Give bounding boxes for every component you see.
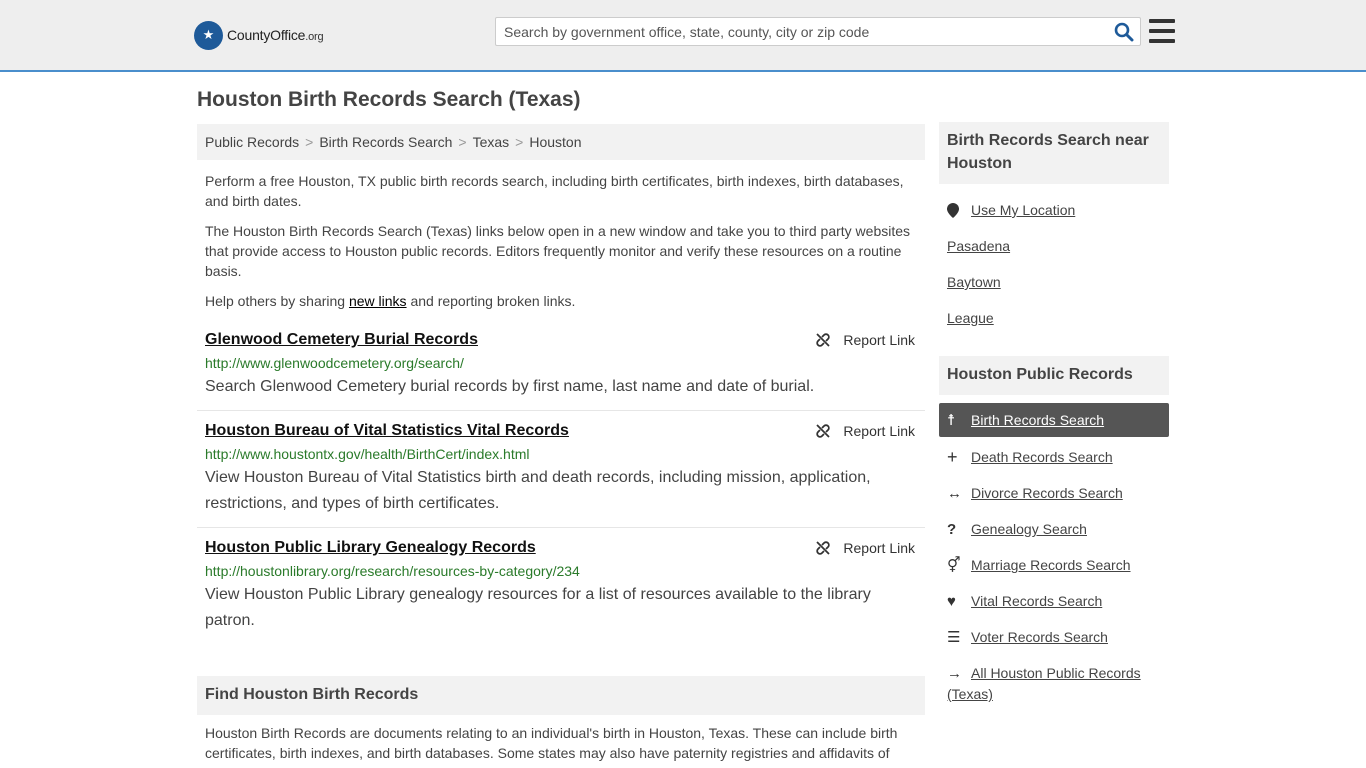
record-url: http://houstonlibrary.org/research/resou… (205, 563, 580, 579)
new-links-link[interactable]: new links (349, 293, 407, 309)
sidebar-item-label: Baytown (947, 274, 1001, 290)
record-description: Search Glenwood Cemetery burial records … (205, 378, 815, 395)
arrow-right-icon: → (947, 665, 962, 682)
sidebar-item-label: Death Records Search (971, 449, 1113, 465)
arrows-horizontal-icon: ↔ (947, 484, 962, 502)
intro-paragraph-1: Perform a free Houston, TX public birth … (205, 173, 904, 209)
record-item: Houston Public Library Genealogy Records… (197, 538, 925, 634)
record-divider (197, 527, 925, 528)
find-section-text: Houston Birth Records are documents rela… (205, 725, 898, 761)
record-url: http://www.houstontx.gov/health/BirthCer… (205, 446, 530, 462)
broken-link-icon (816, 541, 831, 555)
sidebar-item-label: Voter Records Search (971, 629, 1108, 645)
map-pin-icon (947, 202, 971, 218)
breadcrumb-separator: > (458, 134, 467, 150)
cross-icon: + (947, 446, 958, 467)
sidebar-item-label: Vital Records Search (971, 593, 1103, 609)
sidebar-item-league[interactable]: League (939, 301, 1169, 335)
sidebar-item-label: Birth Records Search (971, 412, 1105, 428)
gender-icon: ⚥ (947, 557, 961, 574)
intro-paragraph-2: The Houston Birth Records Search (Texas)… (205, 223, 911, 279)
breadcrumb-separator: > (305, 134, 314, 150)
record-item: Glenwood Cemetery Burial Records Report … (197, 330, 925, 400)
intro-paragraph-3: Help others by sharing new links and rep… (205, 293, 576, 309)
record-description: View Houston Bureau of Vital Statistics … (205, 469, 871, 512)
record-url: http://www.glenwoodcemetery.org/search/ (205, 355, 464, 371)
sidebar-item-voter-records[interactable]: ☰ Voter Records Search (939, 620, 1169, 654)
sidebar-item-label: Use My Location (971, 202, 1076, 218)
logo-main-text: CountyOffice (227, 27, 306, 43)
question-icon: ? (947, 520, 957, 538)
hamburger-menu-icon[interactable] (1149, 19, 1175, 43)
report-link-label: Report Link (843, 423, 915, 439)
search-icon[interactable] (1114, 22, 1134, 42)
sidebar-item-label: Marriage Records Search (971, 557, 1131, 573)
sidebar-item-vital-records[interactable]: ♥ Vital Records Search (939, 584, 1169, 618)
search-box (495, 17, 1141, 46)
sidebar-item-marriage-records[interactable]: ⚥ Marriage Records Search (939, 548, 1169, 582)
breadcrumb-birth-records[interactable]: Birth Records Search (319, 134, 452, 150)
breadcrumb-texas[interactable]: Texas (473, 134, 510, 150)
sidebar-item-death-records[interactable]: + Death Records Search (939, 440, 1169, 474)
record-description: View Houston Public Library genealogy re… (205, 586, 871, 629)
page-title: Houston Birth Records Search (Texas) (197, 88, 581, 111)
broken-link-icon (816, 424, 831, 438)
sidebar-item-genealogy[interactable]: ? Genealogy Search (939, 512, 1169, 546)
site-logo[interactable]: ★ CountyOffice.org (194, 20, 324, 50)
search-input[interactable] (496, 18, 1106, 45)
sidebar-item-all-public-records[interactable]: → All Houston Public Records (Texas) (939, 663, 1149, 704)
sidebar-public-heading: Houston Public Records (939, 356, 1169, 395)
sidebar-item-pasadena[interactable]: Pasadena (939, 229, 1169, 263)
report-link-button[interactable]: Report Link (815, 423, 915, 439)
breadcrumb-separator: > (515, 134, 524, 150)
sidebar-item-use-my-location[interactable]: Use My Location (939, 193, 1169, 227)
report-link-label: Report Link (843, 540, 915, 556)
site-header: ★ CountyOffice.org (0, 0, 1366, 72)
logo-domain-text: .org (305, 31, 324, 43)
baby-icon: ☨ (947, 412, 956, 429)
sidebar-item-baytown[interactable]: Baytown (939, 265, 1169, 299)
sidebar-item-label: Divorce Records Search (971, 485, 1123, 501)
eagle-seal-icon: ★ (194, 20, 223, 50)
report-link-button[interactable]: Report Link (815, 332, 915, 348)
sidebar-item-label: → All Houston Public Records (Texas) (947, 665, 1141, 702)
record-divider (197, 410, 925, 411)
breadcrumb: Public Records > Birth Records Search > Texa… (197, 124, 925, 160)
sidebar-item-label: Genealogy Search (971, 521, 1087, 537)
record-title-link[interactable]: Houston Bureau of Vital Statistics Vital… (205, 421, 569, 441)
record-item: Houston Bureau of Vital Statistics Vital… (197, 421, 925, 517)
list-icon: ☰ (947, 629, 961, 646)
sidebar-item-label: League (947, 310, 994, 326)
breadcrumb-public-records[interactable]: Public Records (205, 134, 299, 150)
report-link-button[interactable]: Report Link (815, 540, 915, 556)
heartbeat-icon: ♥ (947, 592, 956, 610)
find-section-heading: Find Houston Birth Records (197, 676, 925, 715)
report-link-label: Report Link (843, 332, 915, 348)
sidebar-item-birth-records[interactable]: ☨ Birth Records Search (939, 403, 1169, 437)
sidebar-item-label: Pasadena (947, 238, 1011, 254)
record-title-link[interactable]: Houston Public Library Genealogy Records (205, 538, 536, 558)
record-title-link[interactable]: Glenwood Cemetery Burial Records (205, 330, 478, 350)
breadcrumb-houston[interactable]: Houston (529, 134, 581, 150)
sidebar-item-divorce-records[interactable]: ↔ Divorce Records Search (939, 476, 1169, 510)
sidebar-near-heading: Birth Records Search near Houston (939, 122, 1169, 184)
intro-text: Perform a free Houston, TX public birth … (205, 171, 917, 321)
broken-link-icon (816, 333, 831, 347)
